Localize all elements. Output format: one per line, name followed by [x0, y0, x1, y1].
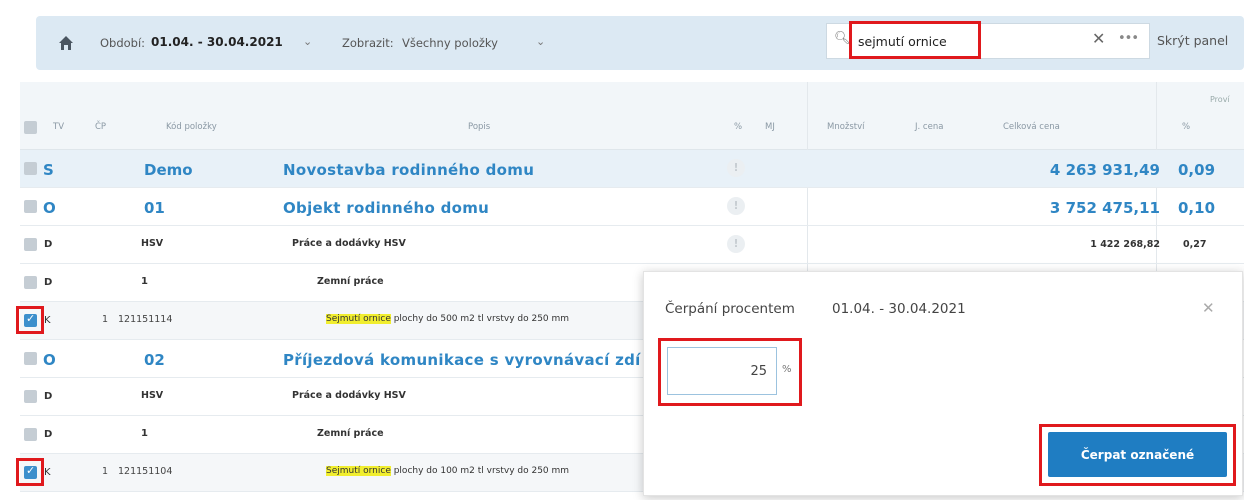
more-icon[interactable]: •••: [1118, 31, 1139, 46]
row-name: Práce a dodávky HSV: [292, 390, 406, 401]
row-name: Objekt rodinného domu: [283, 199, 490, 217]
header-cp[interactable]: ČP: [95, 122, 106, 132]
row-checkbox[interactable]: [24, 162, 37, 175]
period-chevron-icon[interactable]: ⌄: [303, 35, 312, 48]
period-value[interactable]: 01.04. - 30.04.2021: [151, 35, 283, 49]
row-name: Příjezdová komunikace s vyrovnávací zdí: [283, 351, 641, 369]
hide-panel-link[interactable]: Skrýt panel: [1157, 33, 1228, 48]
row-cp: 1: [102, 466, 109, 477]
row-percent: 0,27: [1183, 239, 1207, 250]
header-qty[interactable]: Množství: [827, 122, 865, 132]
row-checkbox[interactable]: [24, 390, 37, 403]
row-name: Zemní práce: [317, 276, 384, 287]
row-code: 121151114: [118, 314, 173, 325]
row-cp: 1: [102, 314, 109, 325]
row-percent: 0,09: [1178, 161, 1216, 179]
draw-selected-button[interactable]: Čerpat označené: [1048, 432, 1227, 477]
row-type: O: [43, 199, 56, 217]
clear-icon[interactable]: ✕: [1092, 29, 1105, 48]
row-name: Novostavba rodinného domu: [283, 161, 535, 179]
row-type: O: [43, 351, 56, 369]
row-type: S: [43, 161, 54, 179]
row-type: D: [44, 239, 53, 250]
table-row[interactable]: O 01 Objekt rodinného domu ! 3 752 475,1…: [20, 188, 1244, 226]
warning-icon: !: [727, 235, 745, 253]
warning-icon: !: [727, 197, 745, 215]
row-checkbox[interactable]: [24, 428, 37, 441]
checkbox-highlight-box: [16, 306, 44, 334]
row-type: K: [44, 315, 51, 326]
row-checkbox[interactable]: [24, 238, 37, 251]
row-code: 02: [144, 351, 165, 369]
row-code: Demo: [144, 161, 193, 179]
header-pct[interactable]: %: [1182, 122, 1190, 132]
row-percent: 0,10: [1178, 199, 1216, 217]
header-total[interactable]: Celková cena: [1003, 122, 1060, 132]
row-total: 3 752 475,11: [1049, 199, 1160, 217]
search-match: Sejmutí ornice: [326, 466, 391, 476]
percent-input[interactable]: [667, 347, 777, 395]
row-type: D: [44, 429, 53, 440]
row-checkbox[interactable]: [24, 276, 37, 289]
search-match: Sejmutí ornice: [326, 314, 391, 324]
row-code: HSV: [141, 390, 164, 401]
row-name-rest: plochy do 100 m2 tl vrstvy do 250 mm: [390, 466, 570, 476]
header-name[interactable]: Popis: [468, 122, 490, 132]
checkbox-highlight-box: [16, 458, 44, 486]
warning-icon: !: [727, 159, 745, 177]
row-checkbox[interactable]: [24, 200, 37, 213]
header-unit-price[interactable]: J. cena: [915, 122, 943, 132]
dialog-period: 01.04. - 30.04.2021: [832, 301, 966, 317]
row-name: Práce a dodávky HSV: [292, 238, 406, 249]
select-all-checkbox[interactable]: [24, 121, 37, 134]
header-group-label: Proví: [1210, 95, 1230, 104]
row-code: 1: [141, 276, 148, 287]
show-label: Zobrazit:: [342, 36, 394, 50]
row-total: 1 422 268,82: [1090, 239, 1160, 250]
table-row[interactable]: S Demo Novostavba rodinného domu ! 4 263…: [20, 150, 1244, 188]
close-icon[interactable]: ✕: [1202, 299, 1215, 317]
row-type: K: [44, 467, 51, 478]
percent-draw-dialog: Čerpání procentem 01.04. - 30.04.2021 ✕ …: [643, 271, 1243, 496]
period-label: Období:: [100, 36, 146, 50]
row-name: Sejmutí ornice plochy do 100 m2 tl vrstv…: [326, 466, 569, 476]
table-header: Proví TV ČP Kód položky Popis % MJ Množs…: [20, 82, 1244, 150]
show-filter-value[interactable]: Všechny položky: [402, 36, 498, 50]
row-code: HSV: [141, 238, 164, 249]
home-icon[interactable]: [58, 35, 74, 51]
row-checkbox[interactable]: [24, 352, 37, 365]
row-name-rest: plochy do 500 m2 tl vrstvy do 250 mm: [390, 314, 570, 324]
percent-unit: %: [782, 364, 792, 375]
header-tv[interactable]: TV: [53, 122, 64, 132]
row-code: 01: [144, 199, 165, 217]
row-name: Sejmutí ornice plochy do 500 m2 tl vrstv…: [326, 314, 569, 324]
header-code[interactable]: Kód položky: [166, 122, 217, 132]
row-name: Zemní práce: [317, 428, 384, 439]
row-code: 121151104: [118, 466, 173, 477]
row-total: 4 263 931,49: [1049, 161, 1160, 179]
search-highlight-box: [849, 21, 981, 59]
show-chevron-icon[interactable]: ⌄: [536, 35, 545, 48]
row-type: D: [44, 277, 53, 288]
header-unit[interactable]: MJ: [765, 122, 775, 132]
dialog-title: Čerpání procentem: [665, 301, 795, 317]
table-row[interactable]: D HSV Práce a dodávky HSV ! 1 422 268,82…: [20, 226, 1244, 264]
row-type: D: [44, 391, 53, 402]
header-flag[interactable]: %: [734, 122, 742, 132]
row-code: 1: [141, 428, 148, 439]
